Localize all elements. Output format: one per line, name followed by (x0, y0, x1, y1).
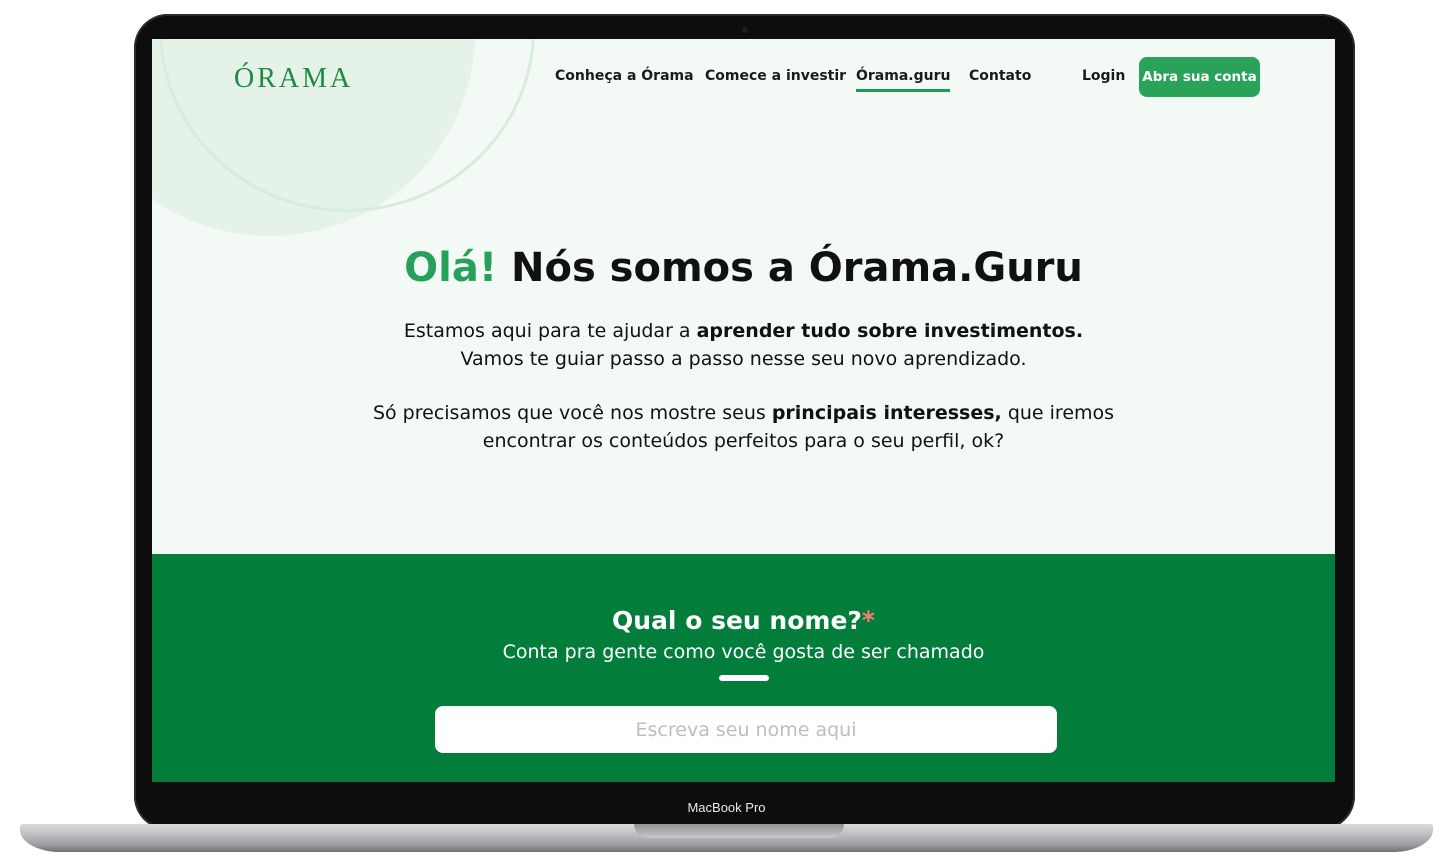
name-input[interactable] (435, 706, 1057, 753)
hero-interests: Só precisamos que você nos mostre seus p… (152, 399, 1335, 455)
name-question-subtitle: Conta pra gente como você gosta de ser c… (502, 641, 985, 663)
hero-intro-highlight: aprender tudo sobre investimentos. (696, 320, 1084, 342)
hero-title-greeting: Olá! (404, 245, 498, 291)
hero-interests-tail: que iremos (1001, 402, 1115, 424)
nav-link-contato[interactable]: Contato (969, 68, 1031, 84)
laptop-notch (634, 824, 844, 838)
hero-intro: Estamos aqui para te ajudar a aprender t… (152, 317, 1335, 373)
browser-viewport: ÓRAMA Conheça a Órama Comece a investir … (152, 39, 1335, 782)
nav-link-comece-investir[interactable]: Comece a investir (705, 68, 846, 84)
hero-intro-text: Estamos aqui para te ajudar a (403, 320, 697, 342)
orama-logo[interactable]: ÓRAMA (234, 63, 353, 95)
login-link[interactable]: Login (1082, 68, 1125, 84)
hero-intro-line2: Vamos te guiar passo a passo nesse seu n… (460, 348, 1027, 370)
nav-link-conheca[interactable]: Conheça a Órama (555, 68, 694, 84)
hero-title: Olá! Nós somos a Órama.Guru (152, 245, 1335, 291)
nav-link-orama-guru[interactable]: Órama.guru (856, 68, 951, 92)
hero-interests-text: Só precisamos que você nos mostre seus (372, 402, 772, 424)
name-question: Qual o seu nome?* (152, 606, 1335, 635)
device-label: MacBook Pro (687, 800, 766, 815)
section-divider (719, 675, 769, 681)
hero-interests-highlight: principais interesses, (771, 402, 1002, 424)
name-question-text: Qual o seu nome? (612, 606, 862, 635)
hero-interests-line2: encontrar os conteúdos perfeitos para o … (482, 430, 1005, 452)
required-marker: * (861, 606, 875, 635)
hero-title-text: Nós somos a Órama.Guru (497, 245, 1083, 291)
camera-icon (742, 27, 748, 33)
name-form-section: Qual o seu nome?* Conta pra gente como v… (152, 554, 1335, 782)
open-account-button[interactable]: Abra sua conta (1139, 57, 1260, 97)
